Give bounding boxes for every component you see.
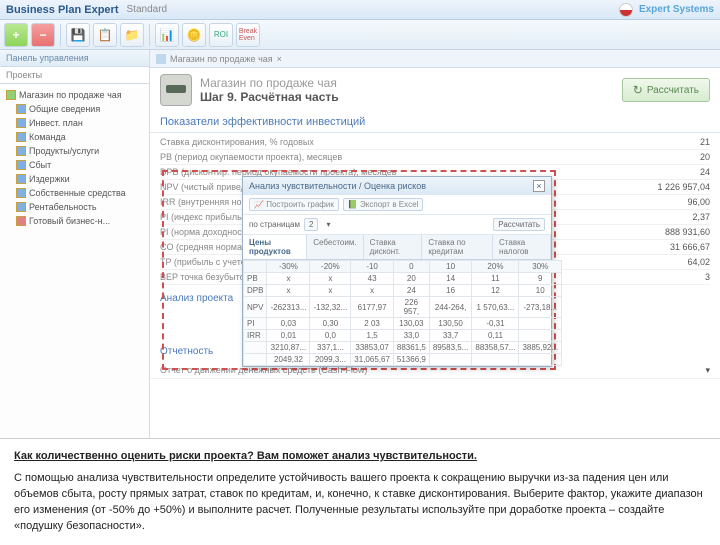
break-button[interactable]: BreakEven — [236, 23, 260, 47]
pages-label: по страницам — [249, 220, 300, 229]
tree-item[interactable]: Команда — [2, 130, 147, 144]
tree-item[interactable]: Издержки — [2, 172, 147, 186]
tree-item[interactable]: Собственные средства — [2, 186, 147, 200]
recalculate-button[interactable]: Рассчитать — [622, 78, 710, 102]
tree-item[interactable]: Продукты/услуги — [2, 144, 147, 158]
tab-close-icon[interactable]: × — [277, 54, 282, 64]
tree-icon — [16, 160, 26, 170]
section-efficiency[interactable]: Показатели эффективности инвестиций — [150, 112, 720, 133]
tree-item[interactable]: Инвест. план — [2, 116, 147, 130]
help-lead: Как количественно оценить риски проекта?… — [14, 449, 706, 465]
save-button[interactable]: 💾 — [66, 23, 90, 47]
copy-button[interactable]: 📋 — [93, 23, 117, 47]
chart-button[interactable]: 📊 — [155, 23, 179, 47]
tree-icon — [16, 174, 26, 184]
tree-icon — [16, 202, 26, 212]
tree-icon — [16, 146, 26, 156]
metric-row: Ставка дисконтирования, % годовых21 — [160, 135, 710, 150]
build-chart-button[interactable]: 📈 Построить график — [249, 198, 339, 211]
project-tree: Магазин по продаже чаяОбщие сведенияИнве… — [0, 84, 149, 232]
tree-icon — [16, 132, 26, 142]
app-name: Business Plan Expert — [6, 4, 119, 16]
sensitivity-grid: -30%-20%-1001020%30%PBxx432014119DPBxxx2… — [243, 260, 562, 366]
close-icon[interactable]: × — [533, 180, 545, 192]
page-select[interactable]: 2 — [304, 218, 318, 231]
factor-tabs: Цены продуктовСебестоим.Ставка дисконт.С… — [243, 235, 551, 260]
sidebar-group: Проекты — [0, 67, 149, 84]
tree-icon — [16, 118, 26, 128]
tree-item[interactable]: Общие сведения — [2, 102, 147, 116]
remove-button[interactable]: − — [31, 23, 55, 47]
tab-label[interactable]: Магазин по продаже чая — [170, 54, 273, 64]
tree-icon — [16, 104, 26, 114]
export-excel-button[interactable]: 📗 Экспорт в Excel — [343, 198, 424, 211]
globe-icon[interactable] — [619, 3, 633, 17]
help-panel: Как количественно оценить риски проекта?… — [0, 438, 720, 545]
sidebar-header: Панель управления — [0, 50, 149, 67]
help-body: С помощью анализа чувствительности опред… — [14, 471, 706, 535]
tree-item[interactable]: Магазин по продаже чая — [2, 88, 147, 102]
step-header: Магазин по продаже чая Шаг 9. Расчётная … — [150, 68, 720, 112]
metric-row: PB (период окупаемости проекта), месяцев… — [160, 150, 710, 165]
tree-item[interactable]: Рентабельность — [2, 200, 147, 214]
tree-item[interactable]: Сбыт — [2, 158, 147, 172]
factor-tab[interactable]: Цены продуктов — [243, 235, 307, 259]
factor-tab[interactable]: Ставка по кредитам — [422, 235, 493, 259]
dialog-toolbar: 📈 Построить график 📗 Экспорт в Excel — [243, 195, 551, 215]
roi-button[interactable]: ROI — [209, 23, 233, 47]
folder-button[interactable]: 📁 — [120, 23, 144, 47]
recalc-button[interactable]: Рассчитать — [493, 218, 545, 231]
dialog-title: Анализ чувствительности / Оценка рисков — [249, 181, 426, 191]
add-button[interactable]: + — [4, 23, 28, 47]
factor-tab[interactable]: Ставка дисконт. — [364, 235, 423, 259]
title-bar: Business Plan Expert Standard Expert Sys… — [0, 0, 720, 20]
sidebar: Панель управления Проекты Магазин по про… — [0, 50, 150, 438]
factor-tab[interactable]: Ставка налогов — [493, 235, 551, 259]
dialog-controls: по страницам 2 ▾ Рассчитать — [243, 215, 551, 235]
tree-item[interactable]: Готовый бизнес-н... — [2, 214, 147, 228]
dialog-titlebar: Анализ чувствительности / Оценка рисков … — [243, 177, 551, 195]
coins-button[interactable]: 🪙 — [182, 23, 206, 47]
tab-strip: Магазин по продаже чая × — [150, 50, 720, 68]
step-title: Шаг 9. Расчётная часть — [200, 90, 339, 104]
app-mode: Standard — [127, 4, 168, 15]
tree-icon — [6, 90, 16, 100]
main-toolbar: + − 💾 📋 📁 📊 🪙 ROI BreakEven — [0, 20, 720, 50]
factor-tab[interactable]: Себестоим. — [307, 235, 363, 259]
brand-label: Expert Systems — [639, 4, 714, 15]
tree-icon — [16, 188, 26, 198]
project-title: Магазин по продаже чая — [200, 76, 339, 90]
calculator-icon — [160, 74, 192, 106]
home-icon[interactable] — [156, 54, 166, 64]
sensitivity-dialog: Анализ чувствительности / Оценка рисков … — [242, 176, 552, 367]
tree-icon — [16, 216, 26, 226]
